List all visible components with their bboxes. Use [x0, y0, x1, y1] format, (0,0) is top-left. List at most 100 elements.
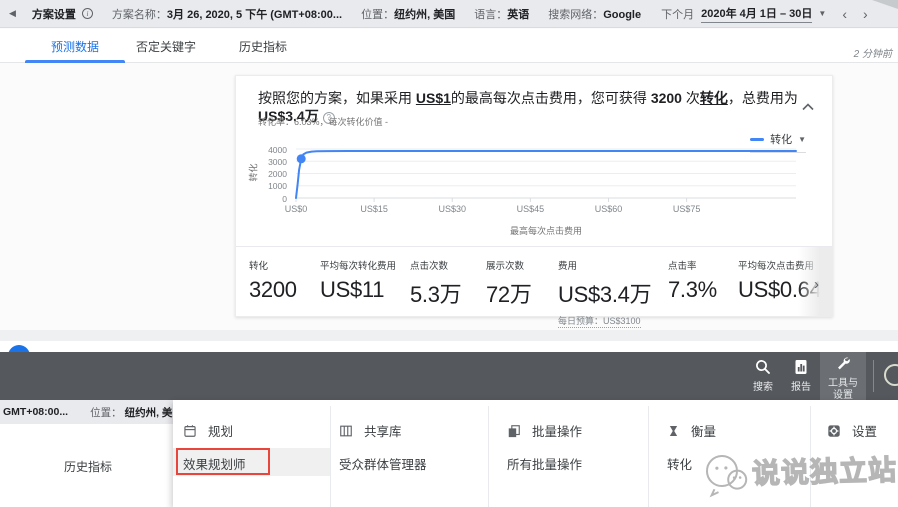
- x-tick-label: US$45: [516, 204, 545, 214]
- plan-name-field[interactable]: 方案名称：3月 26, 2020, 5 下午 (GMT+08:00...: [112, 6, 342, 22]
- menu-header-label: 衡量: [691, 425, 717, 439]
- daily-budget-note[interactable]: 每日预算：US$3100: [558, 314, 641, 328]
- background-topbar-strip: GMT+08:00... 位置： 纽约州, 美: [0, 400, 173, 424]
- stitch-strip-gray: [0, 330, 898, 341]
- background-location-label: 位置：: [90, 406, 122, 419]
- forecast-card: 按照您的方案，如果采用 US$1的最高每次点击费用，您可获得 3200 次转化，…: [235, 75, 833, 328]
- location-field[interactable]: 位置：纽约州, 美国: [361, 6, 455, 22]
- legend-dropdown-icon: ▼: [798, 134, 806, 144]
- forecast-line-chart[interactable]: [295, 148, 797, 202]
- menu-header-shared-library: 共享库: [339, 421, 402, 440]
- headline-text: 次: [681, 90, 700, 106]
- menu-item-all-bulk-actions[interactable]: 所有批量操作: [507, 454, 582, 473]
- menu-header-planning: 规划: [183, 421, 233, 440]
- metric-value: 72万: [486, 282, 532, 307]
- period-label: 下个月: [661, 8, 695, 21]
- menu-divider: [488, 406, 489, 507]
- y-tick-label: 0: [282, 193, 287, 204]
- language-value: 英语: [507, 8, 530, 21]
- tools-settings-button[interactable]: 工具与 设置: [820, 352, 866, 401]
- y-tick-label: 4000: [268, 144, 287, 155]
- next-icon[interactable]: ›: [863, 7, 868, 21]
- x-tick-label: US$0: [284, 204, 308, 214]
- menu-divider: [810, 406, 811, 507]
- language-label: 语言：: [474, 8, 508, 21]
- metrics-next-icon[interactable]: ›: [814, 276, 819, 293]
- menu-header-label: 批量操作: [532, 425, 583, 439]
- top-navigation-dark-bar: 搜索 报告 工具与 设置: [0, 352, 898, 401]
- location-label: 位置：: [361, 8, 395, 21]
- headline-conversion-word: 转化: [699, 90, 728, 106]
- screenshot-corner-artifact: [872, 0, 898, 9]
- chart-x-axis-title: 最高每次点击费用: [509, 226, 582, 236]
- metric-clicks: 点击次数 5.3万: [410, 258, 462, 309]
- legend-label: 转化: [770, 134, 793, 146]
- metric-ctr: 点击率 7.3%: [668, 258, 717, 303]
- tab-forecast[interactable]: 预测数据: [25, 29, 125, 63]
- headline-text: ，总费用为: [727, 90, 798, 106]
- network-label: 搜索网络：: [548, 8, 604, 21]
- bulk-actions-icon: [508, 424, 520, 437]
- report-label: 报告: [791, 382, 811, 393]
- settings-icon: [828, 424, 840, 437]
- selected-point-dot[interactable]: [296, 154, 306, 164]
- menu-divider: [648, 406, 649, 507]
- stitch-strip-white: [0, 341, 898, 352]
- background-location-value: 纽约州, 美: [124, 406, 173, 419]
- metric-conversions: 转化 3200: [249, 258, 297, 303]
- screen: ◀ 方案设置 i 方案名称：3月 26, 2020, 5 下午 (GMT+08:…: [0, 0, 898, 507]
- network-value: Google: [603, 8, 642, 21]
- metric-impressions: 展示次数 72万: [486, 258, 532, 309]
- metric-value: 7.3%: [668, 277, 717, 302]
- measurement-icon: [669, 425, 678, 436]
- menu-header-bulk-actions: 批量操作: [507, 421, 582, 440]
- metric-value: 3200: [249, 277, 297, 302]
- metric-label: 费用: [558, 261, 578, 272]
- y-tick-label: 2000: [268, 169, 287, 179]
- menu-item-conversions[interactable]: 转化: [667, 454, 692, 473]
- collapse-icon[interactable]: [802, 98, 814, 116]
- info-icon[interactable]: i: [81, 8, 93, 19]
- menu-header-measurement: 衡量: [667, 421, 716, 440]
- search-button[interactable]: 搜索: [744, 352, 782, 400]
- background-gmt-text: GMT+08:00...: [3, 406, 69, 418]
- chart-x-ticks: US$0 US$15 US$30 US$45 US$60 US$75: [285, 204, 796, 216]
- chart-y-ticks: 0 1000 2000 3000 4000: [236, 145, 290, 204]
- annotation-red-box: [176, 448, 270, 475]
- language-field[interactable]: 语言：英语: [474, 6, 529, 22]
- prev-icon[interactable]: ‹: [842, 7, 847, 21]
- network-field[interactable]: 搜索网络：Google: [548, 6, 641, 22]
- tools-label-line1: 工具与: [828, 378, 858, 389]
- calendar-dropdown-icon: ▼: [818, 9, 827, 18]
- metric-label: 展示次数: [486, 261, 525, 272]
- menu-header-settings: 设置: [827, 421, 877, 440]
- plan-name-value: 3月 26, 2020, 5 下午 (GMT+08:00...: [166, 8, 343, 21]
- back-icon[interactable]: ◀: [9, 8, 16, 19]
- tab-history[interactable]: 历史指标: [223, 29, 303, 63]
- plan-name-label: 方案名称：: [111, 8, 167, 21]
- menu-header-label: 规划: [208, 425, 234, 439]
- location-value: 纽约州, 美国: [394, 8, 456, 21]
- report-button[interactable]: 报告: [782, 352, 820, 400]
- x-tick-label: US$60: [594, 204, 623, 214]
- wrench-icon: [837, 357, 850, 370]
- menu-divider: [330, 406, 331, 507]
- metric-value: US$3.4万: [558, 282, 652, 307]
- background-history-tab: 历史指标: [64, 460, 113, 474]
- menu-header-label: 设置: [852, 425, 878, 439]
- legend-line-swatch: [750, 137, 765, 141]
- last-updated-text: 2 分钟前: [853, 49, 892, 60]
- metrics-divider: [236, 246, 832, 247]
- search-label: 搜索: [753, 382, 773, 393]
- headline-conversions-value: 3200: [650, 90, 682, 106]
- headline-text: 按照您的方案，如果采用: [258, 90, 416, 106]
- x-tick-label: US$15: [360, 204, 388, 214]
- metric-label: 点击率: [668, 261, 697, 272]
- active-tab-underline: [25, 60, 125, 63]
- date-range-selector[interactable]: 下个月 2020年 4月 1日 – 30日 ▼: [661, 5, 826, 23]
- planning-icon: [184, 424, 196, 437]
- metric-value: US$11: [320, 277, 385, 302]
- menu-item-audience-manager[interactable]: 受众群体管理器: [339, 454, 427, 473]
- metric-cost: 费用 US$3.4万 每日预算：US$3100: [558, 258, 652, 329]
- tab-negative-keywords[interactable]: 否定关键字: [125, 29, 207, 63]
